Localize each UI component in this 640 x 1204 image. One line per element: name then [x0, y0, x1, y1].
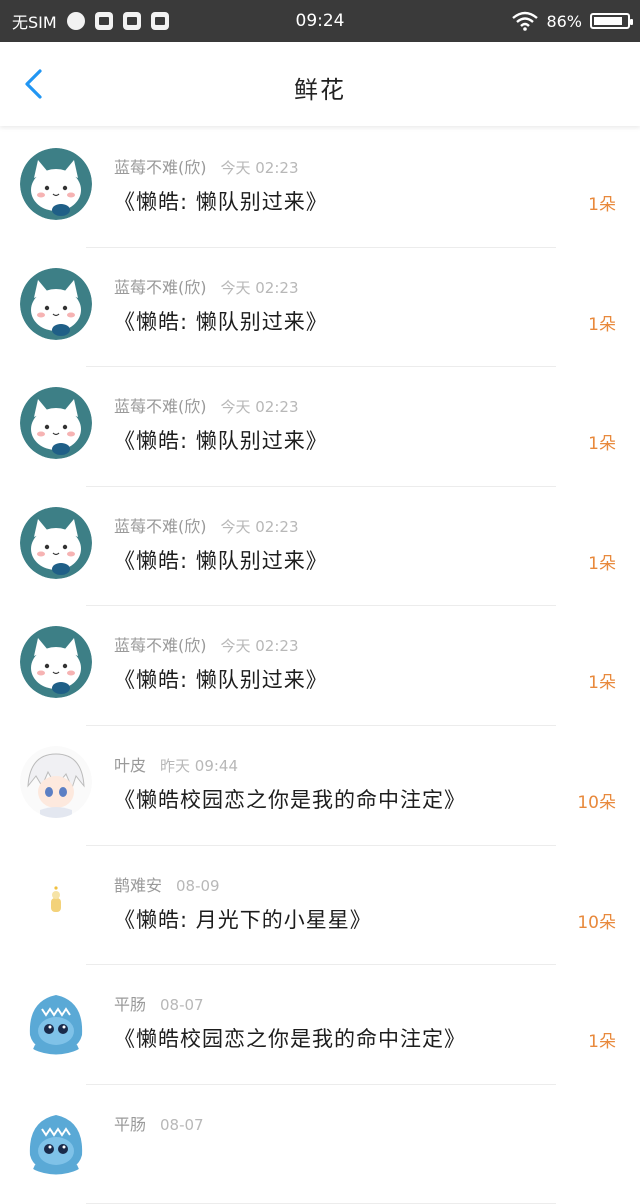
- user-name: 叶皮: [114, 755, 147, 775]
- list-item[interactable]: 蓝莓不难(欣) 今天 02:23 《懒皓: 懒队别过来》 1朵: [0, 487, 640, 607]
- book-title: 《懒皓校园恋之你是我的命中注定》: [114, 1027, 466, 1052]
- list-item[interactable]: 蓝莓不难(欣) 今天 02:23 《懒皓: 懒队别过来》 1朵: [0, 606, 640, 726]
- flower-record-list: 蓝莓不难(欣) 今天 02:23 《懒皓: 懒队别过来》 1朵 蓝莓不难(欣) 今天…: [0, 128, 640, 1204]
- record-meta: 鹊难安 08-09: [114, 872, 220, 896]
- user-name: 鹊难安: [114, 875, 163, 895]
- user-name: 平肠: [114, 1114, 147, 1134]
- record-time: 今天 02:23: [220, 159, 299, 177]
- list-item[interactable]: 平肠 08-07: [0, 1085, 640, 1204]
- book-title: 《懒皓: 月光下的小星星》: [114, 907, 372, 932]
- record-meta: 蓝莓不难(欣) 今天 02:23: [114, 513, 299, 537]
- record-meta: 蓝莓不难(欣) 今天 02:23: [114, 632, 299, 656]
- list-item[interactable]: 鹊难安 08-09 《懒皓: 月光下的小星星》 10朵: [0, 846, 640, 966]
- book-title: 《懒皓校园恋之你是我的命中注定》: [114, 787, 466, 812]
- user-name: 蓝莓不难(欣): [114, 516, 207, 536]
- record-time: 昨天 09:44: [160, 756, 239, 775]
- list-item[interactable]: 蓝莓不难(欣) 今天 02:23 《懒皓: 懒队别过来》 1朵: [0, 248, 640, 368]
- flower-count: 1朵: [588, 195, 616, 215]
- record-meta: 蓝莓不难(欣) 今天 02:23: [114, 393, 299, 417]
- avatar[interactable]: [20, 985, 92, 1058]
- record-time: 今天 02:23: [220, 278, 299, 297]
- book-title: 《懒皓: 懒队别过来》: [114, 668, 328, 693]
- nav-header: 鲜花: [0, 42, 640, 126]
- record-time: 08-07: [160, 996, 204, 1015]
- list-item[interactable]: 平肠 08-07 《懒皓校园恋之你是我的命中注定》 1朵: [0, 965, 640, 1085]
- book-title: 《懒皓: 懒队别过来》: [114, 309, 328, 334]
- record-meta: 平肠 08-07: [114, 1111, 204, 1135]
- user-name: 蓝莓不难(欣): [114, 158, 207, 177]
- list-item[interactable]: 叶皮 昨天 09:44 《懒皓校园恋之你是我的命中注定》 10朵: [0, 726, 640, 846]
- record-time: 08-09: [176, 876, 220, 895]
- record-time: 08-07: [160, 1115, 204, 1134]
- record-meta: 蓝莓不难(欣) 今天 02:23: [114, 274, 299, 298]
- flower-count: 10朵: [577, 792, 616, 813]
- flower-count: 1朵: [588, 673, 616, 694]
- user-name: 平肠: [114, 995, 147, 1015]
- user-name: 蓝莓不难(欣): [114, 397, 207, 417]
- book-title: 《懒皓: 懒队别过来》: [114, 548, 328, 573]
- avatar[interactable]: [20, 148, 92, 220]
- flower-count: 1朵: [588, 553, 616, 574]
- avatar[interactable]: [20, 267, 92, 340]
- flower-count: 1朵: [588, 434, 616, 455]
- battery-percent: 86%: [546, 11, 582, 31]
- flower-count: 1朵: [588, 1032, 616, 1053]
- avatar[interactable]: [20, 506, 92, 579]
- flower-count: 1朵: [588, 314, 616, 335]
- record-meta: 蓝莓不难(欣) 今天 02:23: [114, 154, 299, 178]
- record-time: 今天 02:23: [220, 637, 299, 656]
- user-name: 蓝莓不难(欣): [114, 277, 207, 297]
- record-meta: 平肠 08-07: [114, 991, 204, 1015]
- status-bar: 无SIM 09:24 86%: [0, 0, 640, 42]
- avatar[interactable]: [20, 387, 92, 460]
- avatar[interactable]: [20, 745, 92, 818]
- book-title: 《懒皓: 懒队别过来》: [114, 190, 328, 214]
- list-item[interactable]: 蓝莓不难(欣) 今天 02:23 《懒皓: 懒队别过来》 1朵: [0, 367, 640, 487]
- user-name: 蓝莓不难(欣): [114, 636, 207, 656]
- avatar[interactable]: [20, 626, 92, 699]
- battery-icon: [590, 13, 633, 29]
- record-time: 今天 02:23: [220, 398, 299, 417]
- avatar[interactable]: [20, 865, 92, 938]
- record-time: 今天 02:23: [220, 517, 299, 536]
- book-title: 《懒皓: 懒队别过来》: [114, 429, 328, 454]
- page-title: 鲜花: [294, 76, 346, 104]
- record-meta: 叶皮 昨天 09:44: [114, 752, 238, 776]
- avatar[interactable]: [20, 1104, 92, 1177]
- status-time: 09:24: [295, 11, 345, 31]
- list-item[interactable]: 蓝莓不难(欣) 今天 02:23 《懒皓: 懒队别过来》 1朵: [0, 128, 640, 248]
- wifi-icon: [512, 11, 539, 31]
- flower-count: 10朵: [577, 912, 616, 933]
